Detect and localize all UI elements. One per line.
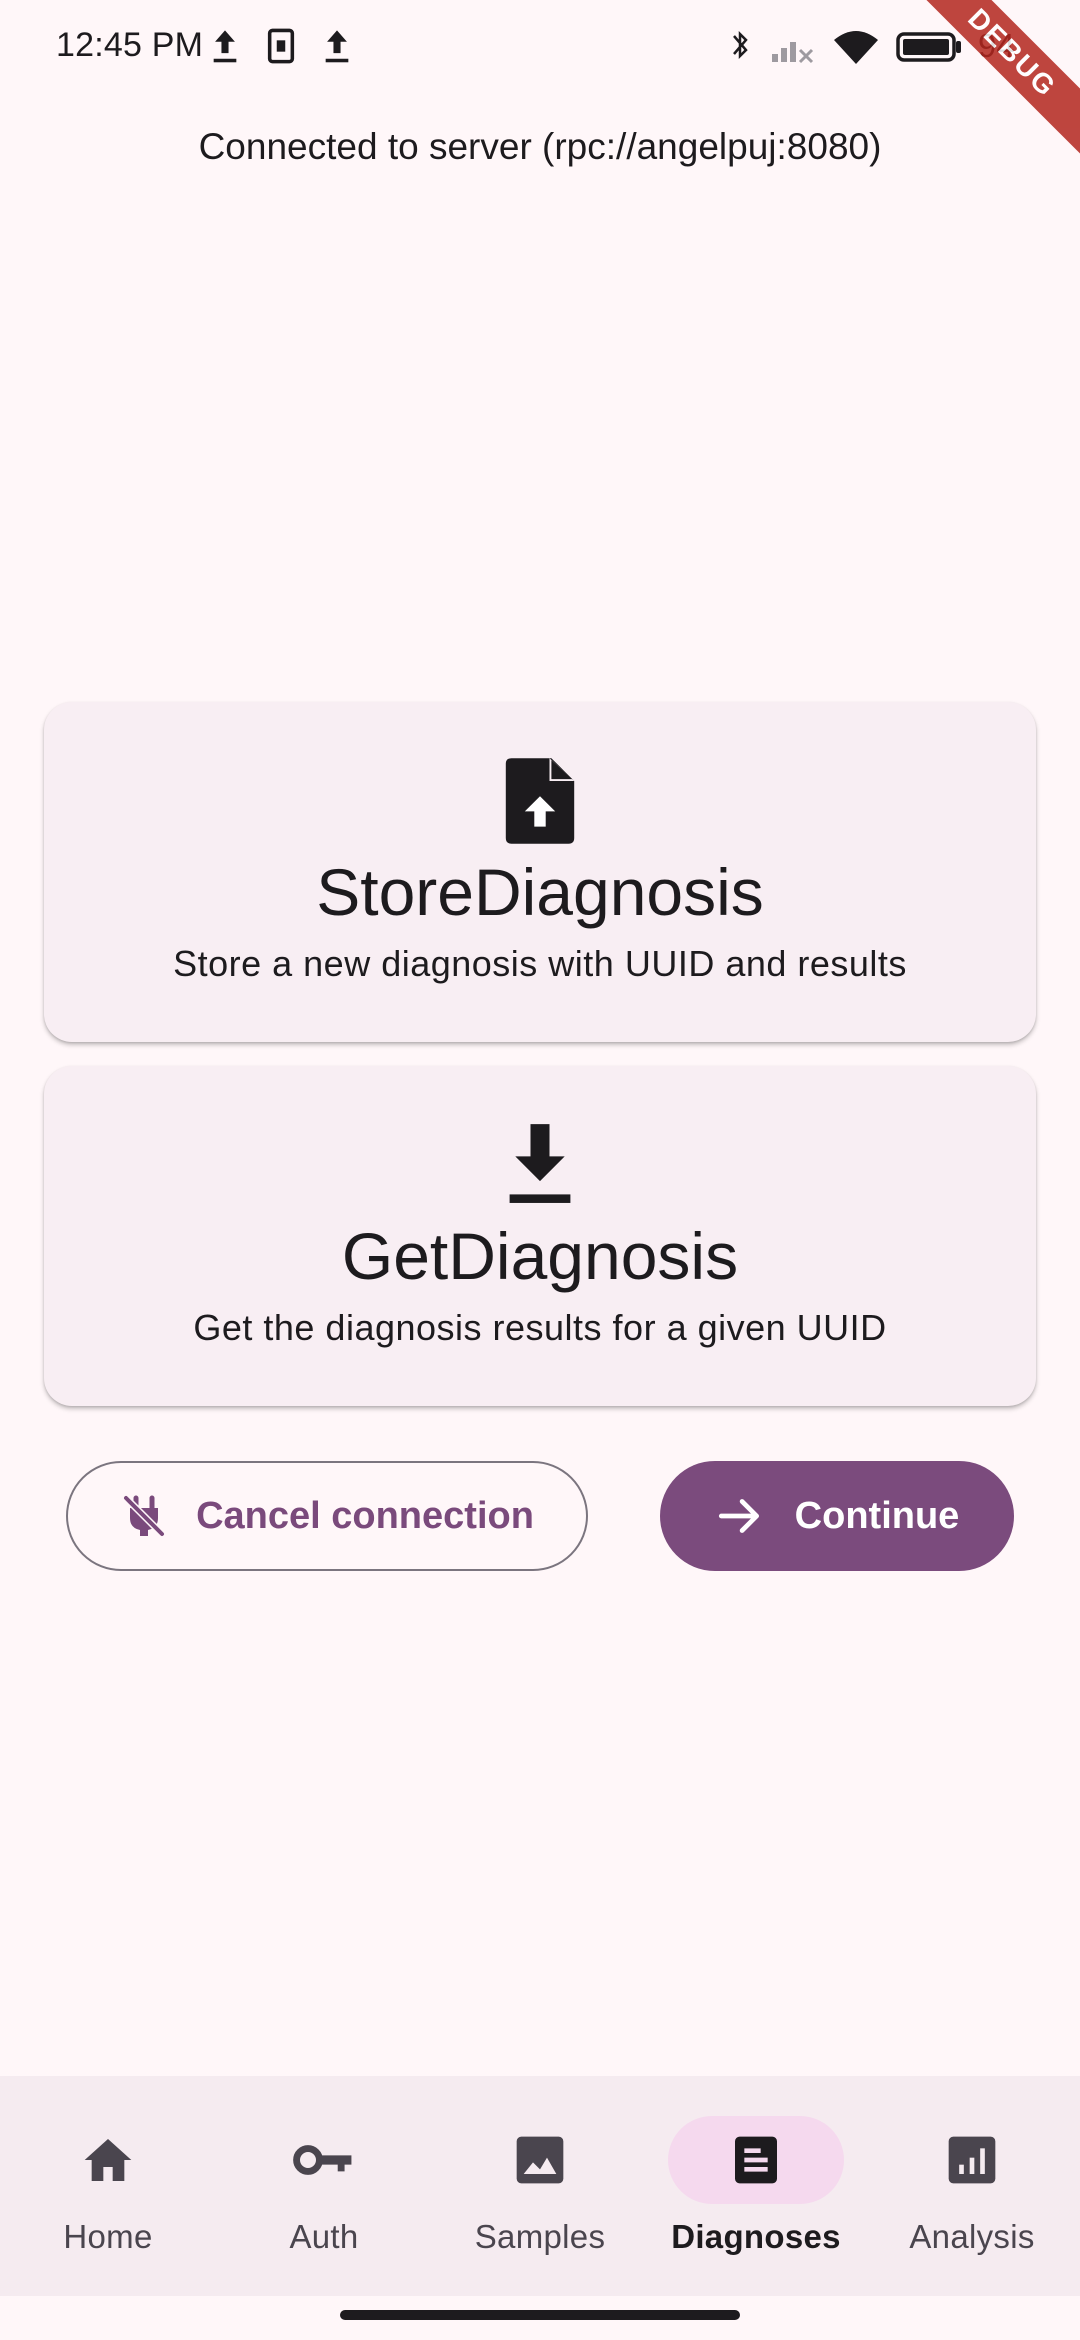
get-diagnosis-card[interactable]: GetDiagnosis Get the diagnosis results f… (44, 1066, 1036, 1406)
server-status-text: Connected to server (rpc://angelpuj:8080… (198, 126, 882, 167)
status-bar: 12:45 PM 94 DEBUG (0, 0, 1080, 162)
nav-label: Samples (474, 2218, 606, 2255)
bluetooth-icon (733, 30, 748, 60)
arrow-forward-icon (718, 1499, 759, 1533)
nav-indicator (452, 2116, 628, 2204)
nav-label: Auth (289, 2218, 359, 2255)
nav-indicator (884, 2116, 1060, 2204)
file-upload-icon (500, 752, 580, 848)
cell-signal-off-icon (772, 42, 814, 64)
nav-label: Analysis (909, 2218, 1035, 2255)
nav-item-samples[interactable]: Samples (432, 2076, 648, 2296)
nav-item-diagnoses[interactable]: Diagnoses (648, 2076, 864, 2296)
continue-button[interactable]: Continue (660, 1461, 1014, 1571)
card-title: GetDiagnosis (341, 1219, 739, 1293)
gesture-handle[interactable] (340, 2310, 740, 2320)
continue-label: Continue (794, 1494, 960, 1537)
nav-label: Diagnoses (671, 2218, 841, 2255)
key-icon (293, 2145, 352, 2175)
battery-icon (896, 32, 961, 62)
image-icon (516, 2136, 564, 2184)
card-description: Get the diagnosis results for a given UU… (193, 1306, 887, 1348)
status-time: 12:45 PM (56, 26, 204, 64)
nav-indicator (20, 2116, 196, 2204)
cancel-connection-button[interactable]: Cancel connection (66, 1461, 588, 1571)
nav-label: Home (63, 2218, 153, 2255)
home-icon (84, 2139, 132, 2181)
analytics-icon (948, 2136, 996, 2184)
nav-item-auth[interactable]: Auth (216, 2076, 432, 2296)
store-diagnosis-card[interactable]: StoreDiagnosis Store a new diagnosis wit… (44, 702, 1036, 1042)
article-icon (735, 2136, 777, 2184)
download-icon (500, 1116, 580, 1212)
nav-item-home[interactable]: Home (0, 2076, 216, 2296)
notification-icons (208, 26, 354, 66)
power-off-icon (123, 1495, 165, 1537)
cancel-connection-label: Cancel connection (196, 1494, 534, 1537)
upload-notification-icon-2 (325, 30, 349, 63)
nav-indicator (668, 2116, 844, 2204)
upload-notification-icon (213, 30, 237, 63)
card-description: Store a new diagnosis with UUID and resu… (173, 942, 907, 984)
wifi-icon (834, 31, 878, 64)
card-title: StoreDiagnosis (316, 855, 764, 929)
nav-indicator (236, 2116, 412, 2204)
sim-card-icon (267, 28, 295, 64)
nav-item-analysis[interactable]: Analysis (864, 2076, 1080, 2296)
bottom-navigation-bar: Home Auth Samples Diagnoses Analysis (0, 2076, 1080, 2296)
